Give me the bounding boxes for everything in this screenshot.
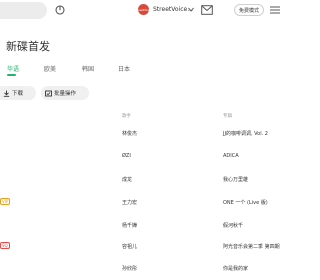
album-name[interactable]: 假河秋千 <box>223 222 243 229</box>
search-input[interactable] <box>0 2 47 19</box>
refresh-icon[interactable] <box>54 4 66 16</box>
menu-icon[interactable] <box>270 6 280 14</box>
batch-icon <box>45 90 52 96</box>
avatar[interactable]: StreetVoice <box>134 4 153 15</box>
avatar-text: StreetVoice <box>134 7 153 12</box>
download-icon <box>3 90 10 97</box>
artist-name[interactable]: 成龙 <box>122 176 132 183</box>
album-name[interactable]: 阿光音乐会第二季 第四期 <box>223 243 280 250</box>
album-name[interactable]: ADICA <box>223 153 239 159</box>
album-name[interactable]: JJ的咖啡调调, Vol. 2 <box>223 130 268 137</box>
batch-operation-button[interactable]: 批量操作 <box>41 86 89 100</box>
artist-name[interactable]: 容祖儿 <box>122 243 137 250</box>
artist-name[interactable]: ØZI <box>122 153 131 159</box>
artist-name[interactable]: 林俊杰 <box>122 130 137 137</box>
album-name[interactable]: 你是我的家 <box>223 265 248 272</box>
chevron-down-icon[interactable] <box>188 7 194 12</box>
vip-badge: VIP <box>0 198 11 205</box>
artist-name[interactable]: 孙欣彤 <box>122 265 137 272</box>
active-tab-indicator <box>7 74 16 76</box>
column-header-artist: 歌手 <box>122 114 131 119</box>
page-title: 新碟首发 <box>6 40 50 53</box>
artist-name[interactable]: 王力宏 <box>122 199 137 206</box>
column-header-album: 专辑 <box>223 114 232 119</box>
mail-icon[interactable] <box>201 5 213 15</box>
tab-japanese[interactable]: 日本 <box>118 64 130 73</box>
album-name[interactable]: 我心万里雄 <box>223 176 248 183</box>
batch-label: 批量操作 <box>54 91 77 97</box>
download-button[interactable]: 下载 <box>0 86 36 100</box>
sq-badge: SQ <box>0 242 10 249</box>
tab-korean[interactable]: 韩国 <box>82 64 94 73</box>
free-mode-button[interactable]: 免费模式 <box>234 4 264 16</box>
album-name[interactable]: ONE 一个 (Live 版) <box>223 199 268 206</box>
tab-western[interactable]: 欧美 <box>44 64 56 73</box>
free-mode-label: 免费模式 <box>238 7 259 14</box>
username[interactable]: StreetVoice... <box>153 6 193 13</box>
download-label: 下载 <box>12 91 24 97</box>
tab-chinese[interactable]: 华语 <box>7 64 19 73</box>
artist-name[interactable]: 杨千嬅 <box>122 222 137 229</box>
